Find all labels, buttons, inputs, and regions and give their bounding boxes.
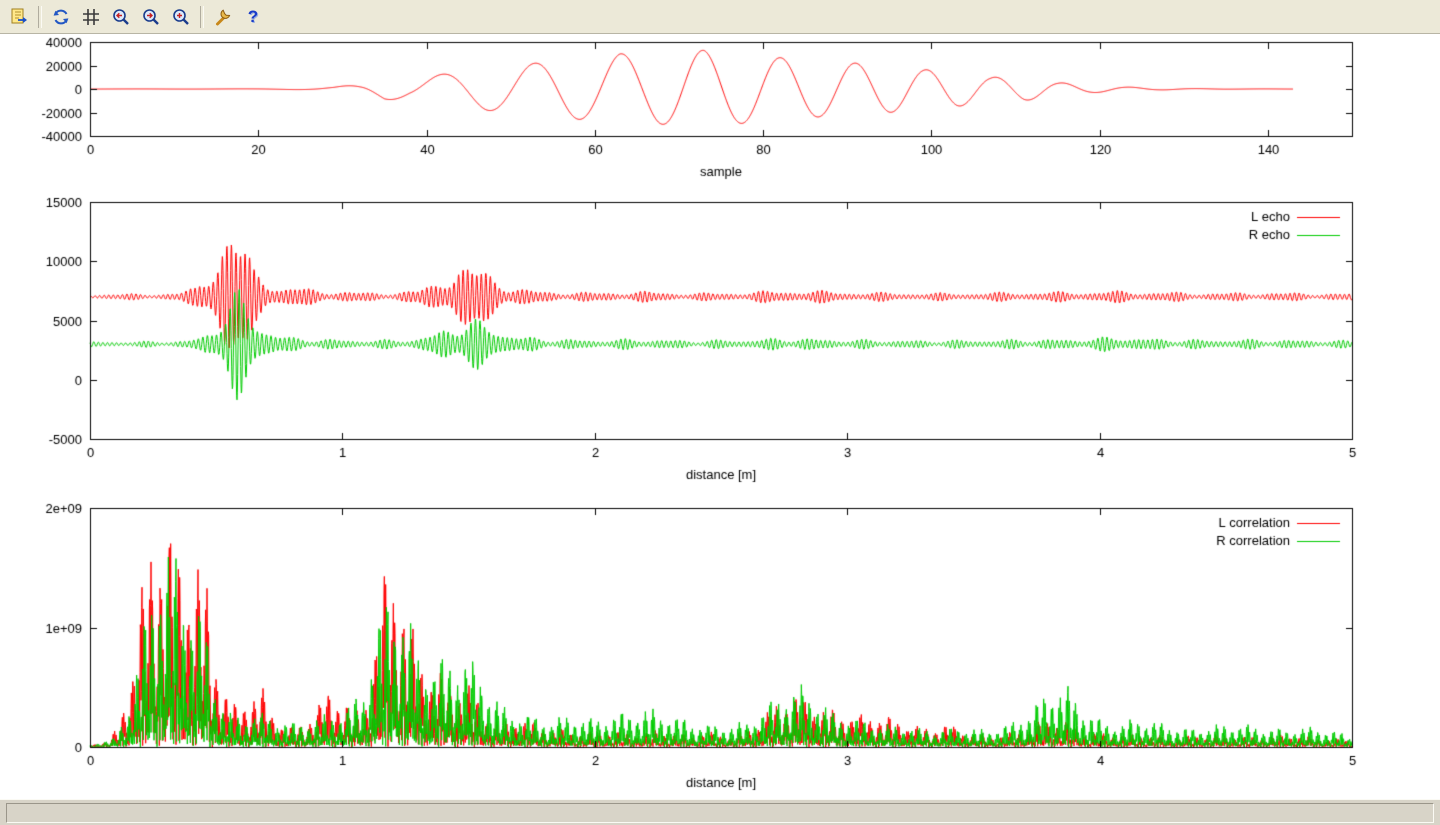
correlation-chart[interactable]: [0, 491, 1440, 799]
zoom-next-button[interactable]: [137, 4, 165, 30]
autoscale-button[interactable]: [167, 4, 195, 30]
zoom-next-icon: [141, 7, 161, 27]
gnuplot-window: ?: [0, 0, 1440, 825]
excitation-pulse-chart[interactable]: [0, 34, 1440, 184]
status-field: [6, 803, 1434, 823]
configure-button[interactable]: [209, 4, 237, 30]
help-button[interactable]: ?: [239, 4, 267, 30]
zoom-previous-icon: [111, 7, 131, 27]
grid-button[interactable]: [77, 4, 105, 30]
toolbar: ?: [0, 0, 1440, 34]
replot-button[interactable]: [47, 4, 75, 30]
zoom-previous-button[interactable]: [107, 4, 135, 30]
toolbar-separator: [38, 6, 42, 28]
echo-chart[interactable]: [0, 184, 1440, 491]
toolbar-separator: [200, 6, 204, 28]
copy-to-clipboard-button[interactable]: [5, 4, 33, 30]
copy-to-clipboard-icon: [9, 7, 29, 27]
help-icon: ?: [248, 7, 258, 27]
status-bar: [0, 799, 1440, 825]
autoscale-icon: [171, 7, 191, 27]
plot-area: [0, 34, 1440, 799]
wrench-icon: [213, 7, 233, 27]
grid-icon: [81, 7, 101, 27]
replot-icon: [51, 7, 71, 27]
